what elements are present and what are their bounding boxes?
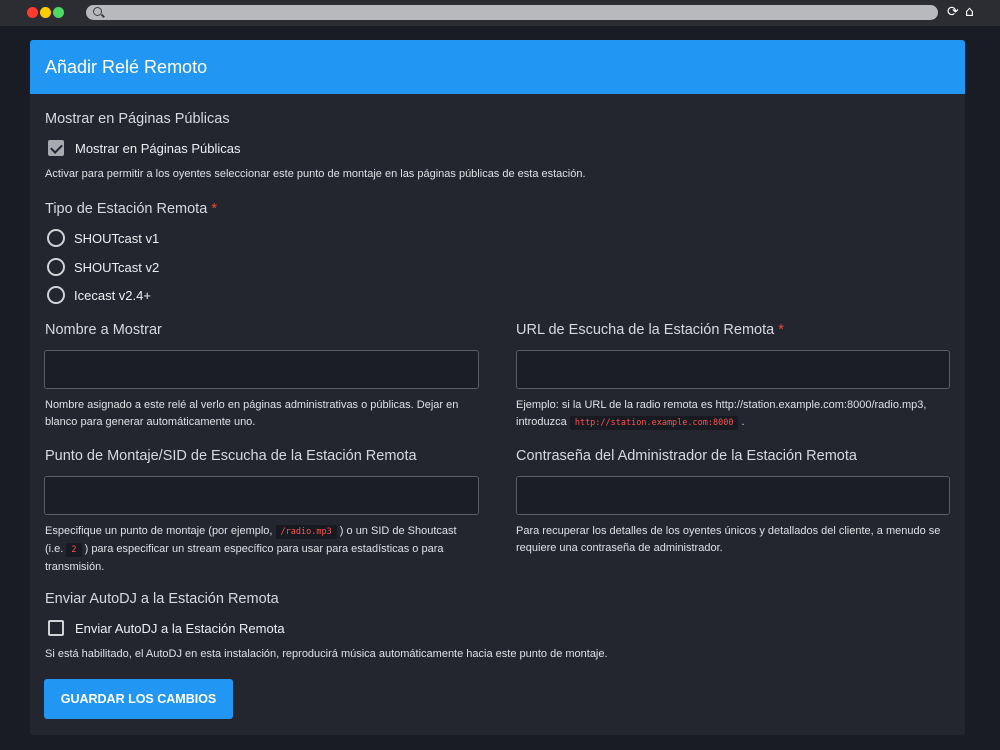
- required-marker: *: [778, 322, 784, 338]
- search-icon: [93, 7, 102, 16]
- listen-url-help-line1: Ejemplo: si la URL de la radio remota es…: [516, 399, 927, 411]
- public-pages-help: Activar para permitir a los oyentes sele…: [45, 168, 586, 180]
- admin-password-help-line2: requiere una contraseña de administrador…: [516, 542, 723, 554]
- home-icon[interactable]: ⌂: [965, 3, 974, 21]
- page-title: Añadir Relé Remoto: [45, 56, 208, 77]
- listen-url-help-suffix: .: [741, 416, 745, 428]
- autodj-checkbox-label[interactable]: Enviar AutoDJ a la Estación Remota: [75, 621, 285, 636]
- mount-point-help-mid: ) o un SID de Shoutcast: [339, 525, 457, 537]
- radio-shoutcast-v2[interactable]: [47, 258, 65, 276]
- save-changes-button[interactable]: GUARDAR LOS CAMBIOS: [44, 679, 233, 719]
- radio-shoutcast-v1-label[interactable]: SHOUTcast v1: [74, 231, 159, 246]
- reload-icon[interactable]: ⟳: [947, 3, 959, 21]
- browser-toolbar: ⟳ ⌂: [0, 0, 1000, 26]
- minimize-window-button[interactable]: [40, 7, 51, 18]
- mount-point-label: Punto de Montaje/SID de Escucha de la Es…: [45, 448, 417, 464]
- mount-point-help-line3: transmisión.: [45, 561, 105, 573]
- mount-point-help-line1: Especifique un punto de montaje (por eje…: [45, 523, 485, 541]
- radio-shoutcast-v1[interactable]: [47, 229, 65, 247]
- autodj-help: Si está habilitado, el AutoDJ en esta in…: [45, 648, 608, 660]
- card-header: Añadir Relé Remoto: [30, 40, 965, 94]
- display-name-help: Nombre asignado a este relé al verlo en …: [45, 397, 480, 431]
- display-name-help-line2: blanco para generar automáticamente uno.: [45, 416, 256, 428]
- mount-point-example-code: /radio.mp3: [275, 525, 337, 539]
- address-bar[interactable]: [86, 5, 938, 20]
- display-name-label: Nombre a Mostrar: [45, 322, 162, 338]
- station-type-label: Tipo de Estación Remota *: [45, 201, 217, 217]
- listen-url-label-text: URL de Escucha de la Estación Remota: [516, 322, 775, 338]
- display-name-help-line1: Nombre asignado a este relé al verlo en …: [45, 399, 459, 411]
- mount-point-help-line2: (i.e. 2 ) para especificar un stream esp…: [45, 541, 485, 559]
- radio-icecast[interactable]: [47, 286, 65, 304]
- admin-password-help-line1: Para recuperar los detalles de los oyent…: [516, 525, 941, 537]
- public-pages-checkbox[interactable]: [48, 140, 64, 156]
- mount-point-help-line2-suffix: ) para especificar un stream específico …: [84, 543, 444, 555]
- sid-example-code: 2: [66, 543, 82, 557]
- listen-url-label: URL de Escucha de la Estación Remota *: [516, 322, 784, 338]
- close-window-button[interactable]: [27, 7, 38, 18]
- mount-point-help-line2-prefix: (i.e.: [45, 543, 64, 555]
- listen-url-input[interactable]: [516, 350, 950, 389]
- autodj-section-label: Enviar AutoDJ a la Estación Remota: [45, 591, 279, 607]
- mount-point-help: Especifique un punto de montaje (por eje…: [45, 523, 485, 576]
- display-name-input[interactable]: [44, 350, 479, 389]
- admin-password-input[interactable]: [516, 476, 950, 515]
- radio-shoutcast-v2-label[interactable]: SHOUTcast v2: [74, 260, 159, 275]
- radio-icecast-label[interactable]: Icecast v2.4+: [74, 288, 151, 303]
- admin-password-help: Para recuperar los detalles de los oyent…: [516, 523, 956, 557]
- listen-url-example-code: http://station.example.com:8000: [569, 416, 739, 430]
- listen-url-help: Ejemplo: si la URL de la radio remota es…: [516, 397, 956, 432]
- public-pages-section-label: Mostrar en Páginas Públicas: [45, 111, 230, 127]
- admin-password-label: Contraseña del Administrador de la Estac…: [516, 448, 857, 464]
- maximize-window-button[interactable]: [53, 7, 64, 18]
- mount-point-help-prefix: Especifique un punto de montaje (por eje…: [45, 525, 273, 537]
- station-type-label-text: Tipo de Estación Remota: [45, 201, 208, 217]
- required-marker: *: [211, 201, 217, 217]
- public-pages-checkbox-label[interactable]: Mostrar en Páginas Públicas: [75, 141, 240, 156]
- autodj-checkbox[interactable]: [48, 620, 64, 636]
- mount-point-input[interactable]: [44, 476, 479, 515]
- add-remote-relay-card: Añadir Relé Remoto Mostrar en Páginas Pú…: [30, 40, 965, 735]
- listen-url-help-prefix: introduzca: [516, 416, 567, 428]
- listen-url-help-line2: introduzca http://station.example.com:80…: [516, 414, 956, 432]
